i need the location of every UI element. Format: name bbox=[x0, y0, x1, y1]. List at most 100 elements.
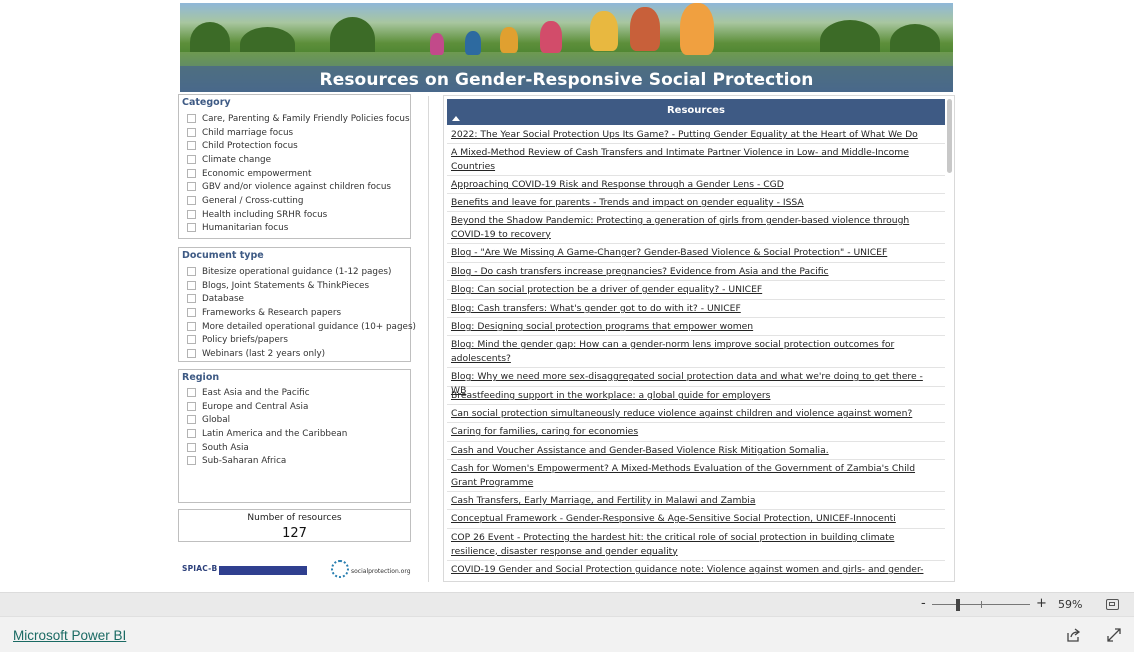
table-row: Blog: Cash transfers: What's gender got … bbox=[447, 300, 945, 318]
region-option[interactable]: East Asia and the Pacific bbox=[187, 386, 310, 399]
resources-header-label: Resources bbox=[666, 105, 726, 116]
table-row: A Mixed-Method Review of Cash Transfers … bbox=[447, 144, 945, 176]
share-icon[interactable] bbox=[1067, 628, 1081, 642]
document-type-option[interactable]: Policy briefs/papers bbox=[187, 333, 288, 346]
resource-link[interactable]: Can social protection simultaneously red… bbox=[451, 407, 941, 421]
resource-link[interactable]: COVID-19 Gender and Social Protection gu… bbox=[451, 563, 941, 577]
resource-link[interactable]: Cash Transfers, Early Marriage, and Fert… bbox=[451, 494, 941, 508]
checkbox[interactable] bbox=[187, 388, 196, 397]
header-banner: Resources on Gender-Responsive Social Pr… bbox=[180, 3, 953, 92]
document-type-option[interactable]: More detailed operational guidance (10+ … bbox=[187, 320, 416, 333]
category-option[interactable]: General / Cross-cutting bbox=[187, 194, 303, 207]
resource-link[interactable]: Blog: Mind the gender gap: How can a gen… bbox=[451, 338, 941, 365]
region-slicer: Region East Asia and the Pacific Europe … bbox=[178, 369, 411, 503]
resource-link[interactable]: Cash and Voucher Assistance and Gender-B… bbox=[451, 444, 941, 458]
sort-ascending-icon[interactable] bbox=[452, 116, 460, 121]
category-option[interactable]: Child marriage focus bbox=[187, 126, 293, 139]
checkbox[interactable] bbox=[187, 429, 196, 438]
checkbox[interactable] bbox=[187, 456, 196, 465]
table-row: Blog: Designing social protection progra… bbox=[447, 318, 945, 336]
checkbox[interactable] bbox=[187, 210, 196, 219]
resource-link[interactable]: Benefits and leave for parents - Trends … bbox=[451, 196, 941, 210]
checkbox[interactable] bbox=[187, 182, 196, 191]
region-option[interactable]: Sub-Saharan Africa bbox=[187, 454, 286, 467]
document-type-option[interactable]: Database bbox=[187, 292, 244, 305]
resource-link[interactable]: Approaching COVID-19 Risk and Response t… bbox=[451, 178, 941, 192]
table-row: Blog: Why we need more sex-disaggregated… bbox=[447, 368, 945, 396]
document-type-option[interactable]: Webinars (last 2 years only) bbox=[187, 347, 325, 360]
resource-link[interactable]: Blog: Can social protection be a driver … bbox=[451, 283, 941, 297]
region-slicer-title: Region bbox=[182, 372, 220, 383]
zoom-slider-tick bbox=[981, 601, 982, 608]
checkbox[interactable] bbox=[187, 443, 196, 452]
checkbox[interactable] bbox=[187, 169, 196, 178]
power-bi-link[interactable]: Microsoft Power BI bbox=[13, 628, 126, 643]
resource-link[interactable]: A Mixed-Method Review of Cash Transfers … bbox=[451, 146, 941, 173]
region-option[interactable]: Global bbox=[187, 413, 230, 426]
region-option[interactable]: Latin America and the Caribbean bbox=[187, 427, 347, 440]
resource-link[interactable]: Blog - Do cash transfers increase pregna… bbox=[451, 265, 941, 279]
resource-link[interactable]: Blog: Designing social protection progra… bbox=[451, 320, 941, 334]
report-title: Resources on Gender-Responsive Social Pr… bbox=[319, 70, 814, 90]
category-option[interactable]: Child Protection focus bbox=[187, 139, 298, 152]
checkbox[interactable] bbox=[187, 402, 196, 411]
checkbox[interactable] bbox=[187, 141, 196, 150]
resource-link[interactable]: COP 26 Event - Protecting the hardest hi… bbox=[451, 531, 941, 558]
resource-count-value: 127 bbox=[282, 526, 307, 541]
resources-column-header[interactable]: Resources bbox=[447, 99, 945, 125]
document-type-slicer-title: Document type bbox=[182, 250, 264, 261]
checkbox[interactable] bbox=[187, 114, 196, 123]
resource-link[interactable]: Breastfeeding support in the workplace: … bbox=[451, 389, 941, 403]
document-type-option[interactable]: Bitesize operational guidance (1-12 page… bbox=[187, 265, 391, 278]
resource-count-card: Number of resources 127 bbox=[178, 509, 411, 542]
checkbox[interactable] bbox=[187, 128, 196, 137]
table-row: Approaching COVID-19 Risk and Response t… bbox=[447, 176, 945, 194]
resource-link[interactable]: Conceptual Framework - Gender-Responsive… bbox=[451, 512, 941, 526]
zoom-in-button[interactable]: + bbox=[1036, 596, 1047, 611]
table-scrollbar[interactable] bbox=[947, 99, 952, 579]
table-row: Blog: Mind the gender gap: How can a gen… bbox=[447, 336, 945, 368]
report-canvas: Resources on Gender-Responsive Social Pr… bbox=[0, 0, 1134, 592]
scrollbar-thumb[interactable] bbox=[947, 99, 952, 173]
checkbox[interactable] bbox=[187, 415, 196, 424]
resource-link[interactable]: Cash for Women's Empowerment? A Mixed-Me… bbox=[451, 462, 941, 489]
resource-link[interactable]: 2022: The Year Social Protection Ups Its… bbox=[451, 128, 941, 142]
region-option[interactable]: South Asia bbox=[187, 441, 249, 454]
category-option[interactable]: GBV and/or violence against children foc… bbox=[187, 180, 391, 193]
resource-link[interactable]: Beyond the Shadow Pandemic: Protecting a… bbox=[451, 214, 941, 241]
footer-bar: Microsoft Power BI bbox=[0, 616, 1134, 652]
checkbox[interactable] bbox=[187, 223, 196, 232]
checkbox[interactable] bbox=[187, 281, 196, 290]
category-option[interactable]: Economic empowerment bbox=[187, 167, 311, 180]
checkbox[interactable] bbox=[187, 155, 196, 164]
checkbox[interactable] bbox=[187, 335, 196, 344]
category-option[interactable]: Humanitarian focus bbox=[187, 221, 288, 234]
table-row: Blog - Do cash transfers increase pregna… bbox=[447, 263, 945, 281]
checkbox[interactable] bbox=[187, 308, 196, 317]
zoom-slider-thumb[interactable] bbox=[956, 599, 960, 611]
checkbox[interactable] bbox=[187, 267, 196, 276]
checkbox[interactable] bbox=[187, 294, 196, 303]
table-row: COP 26 Event - Protecting the hardest hi… bbox=[447, 529, 945, 561]
document-type-option[interactable]: Frameworks & Research papers bbox=[187, 306, 341, 319]
resource-link[interactable]: Blog - "Are We Missing A Game-Changer? G… bbox=[451, 246, 941, 260]
checkbox[interactable] bbox=[187, 196, 196, 205]
checkbox[interactable] bbox=[187, 322, 196, 331]
category-option[interactable]: Health including SRHR focus bbox=[187, 208, 327, 221]
region-option[interactable]: Europe and Central Asia bbox=[187, 400, 308, 413]
zoom-level: 59% bbox=[1058, 598, 1083, 611]
table-row: Blog - "Are We Missing A Game-Changer? G… bbox=[447, 244, 945, 263]
category-option[interactable]: Climate change bbox=[187, 153, 271, 166]
category-option[interactable]: Care, Parenting & Family Friendly Polici… bbox=[187, 112, 410, 125]
fit-to-page-icon[interactable] bbox=[1106, 599, 1119, 610]
fullscreen-icon[interactable] bbox=[1107, 628, 1121, 642]
panel-divider bbox=[428, 96, 429, 582]
checkbox[interactable] bbox=[187, 349, 196, 358]
document-type-option[interactable]: Blogs, Joint Statements & ThinkPieces bbox=[187, 279, 369, 292]
resource-link[interactable]: Blog: Cash transfers: What's gender got … bbox=[451, 302, 941, 316]
resource-link[interactable]: Caring for families, caring for economie… bbox=[451, 425, 941, 439]
socialprotection-logo: socialprotection.org bbox=[331, 558, 411, 580]
zoom-out-button[interactable]: - bbox=[921, 596, 926, 611]
table-row: COVID-19 Gender and Social Protection gu… bbox=[447, 561, 945, 581]
category-slicer: Category Care, Parenting & Family Friend… bbox=[178, 94, 411, 239]
